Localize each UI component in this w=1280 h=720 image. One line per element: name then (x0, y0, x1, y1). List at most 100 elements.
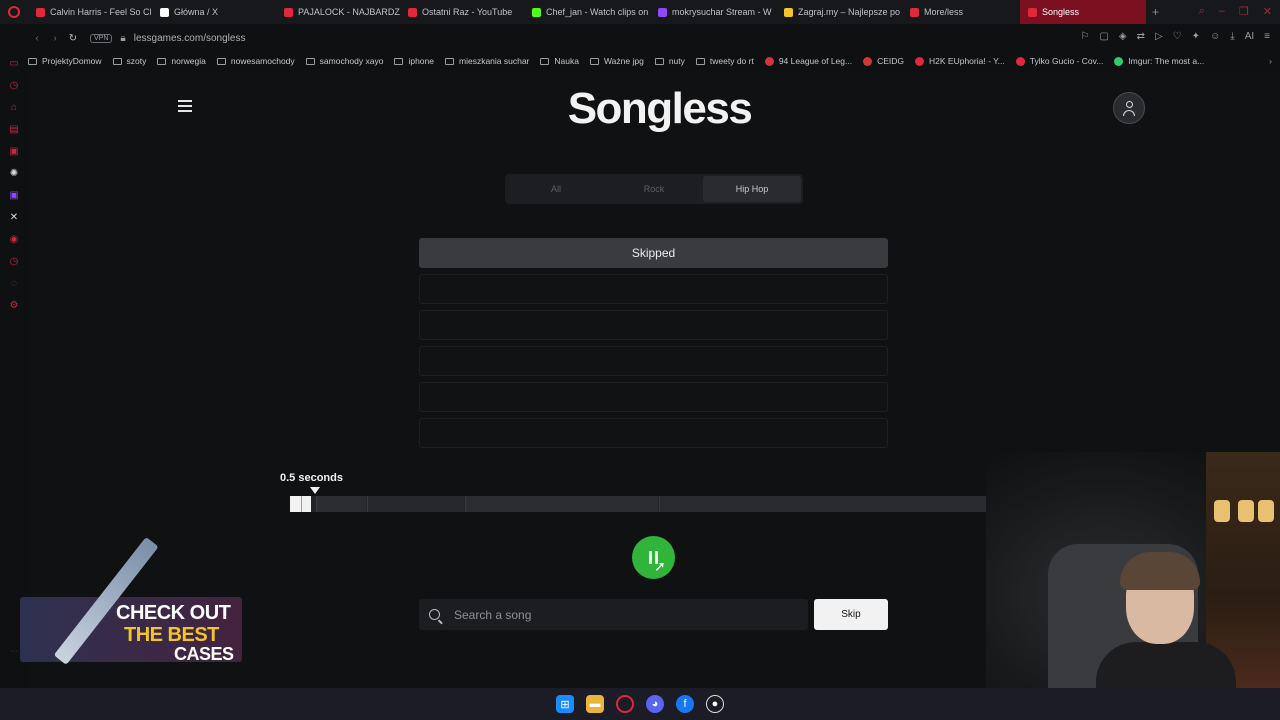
reload-icon[interactable]: ↻ (64, 33, 82, 44)
tab-label: Songless (1042, 7, 1080, 17)
opera-gx-icon[interactable] (616, 695, 634, 713)
bookmark-item[interactable]: Ważne jpg (589, 56, 644, 66)
history-icon[interactable]: ◷ (8, 80, 20, 92)
extensions-icon[interactable]: ✦ (1192, 31, 1200, 42)
tab-list: Calvin Harris - Feel So Cl Główna / X PAJA… (28, 0, 1146, 24)
wallet-icon[interactable]: ⌂ (8, 102, 20, 114)
folder-icon (394, 57, 404, 65)
windows-start-icon[interactable]: ⊞ (556, 695, 574, 713)
address-bar: ‹ › ↻ VPN 🔒︎ lessgames.com/songless ⚐ ▢ … (28, 26, 1280, 50)
bookmark-item[interactable]: H2K EUphoria! - Y... (915, 56, 1005, 66)
easy-setup-icon[interactable]: ≡ (1264, 31, 1270, 42)
bookmark-item[interactable]: iphone (394, 56, 434, 66)
clock-icon[interactable]: ◷ (8, 256, 20, 268)
folder-icon (540, 57, 550, 65)
genre-selector: All Rock Hip Hop (505, 174, 803, 204)
profile-icon[interactable]: ☺ (1210, 31, 1220, 42)
bookmark-item[interactable]: Tylko Gucio - Cov... (1015, 56, 1103, 66)
shield-icon[interactable]: ◈ (1119, 31, 1127, 42)
browser-tab[interactable]: Zagraj.my – Najlepsze po (776, 0, 902, 24)
search-input[interactable] (454, 607, 784, 622)
bookmark-icon[interactable]: ⚐ (1080, 31, 1089, 42)
bookmark-item[interactable]: nuty (654, 56, 685, 66)
bookmark-item[interactable]: Nauka (540, 56, 579, 66)
tab-favicon-icon (910, 7, 919, 17)
workspaces-icon[interactable]: ▭ (8, 58, 20, 70)
opera-menu-icon[interactable] (0, 0, 28, 24)
news-icon[interactable]: ▤ (8, 124, 20, 136)
more-sidebar-icon[interactable]: ··· (8, 646, 20, 658)
more-bookmarks-icon[interactable]: › (1269, 56, 1272, 66)
browser-tab[interactable]: Ostatni Raz - YouTube (400, 0, 524, 24)
download-icon[interactable]: ⤓ (1230, 31, 1234, 42)
bookmark-item[interactable]: ProjektyDomow (28, 56, 102, 66)
person-hair-image (1120, 552, 1200, 590)
search-tabs-icon[interactable]: ⌕ (1199, 5, 1205, 18)
tab-favicon-icon (658, 7, 667, 17)
tab-bar: Calvin Harris - Feel So Cl Główna / X PAJA… (0, 0, 1280, 24)
new-tab-icon[interactable]: + (1146, 5, 1165, 19)
translate-icon[interactable]: ⇄ (1137, 31, 1145, 42)
skip-button[interactable]: Skip (814, 599, 888, 630)
tab-label: Calvin Harris - Feel So Cl (50, 7, 152, 17)
browser-tab[interactable]: Songless (1020, 0, 1146, 24)
forward-icon[interactable]: › (46, 33, 64, 44)
folder-icon (28, 57, 37, 65)
messenger-icon[interactable]: ▣ (8, 146, 20, 158)
browser-tab[interactable]: mokrysuchar Stream - W (650, 0, 776, 24)
bookmark-item[interactable]: samochody xayo (305, 56, 384, 66)
maximize-icon[interactable]: ❐ (1239, 5, 1249, 18)
bookmark-item[interactable]: norwegia (157, 56, 206, 66)
x-icon[interactable]: ✕ (8, 212, 20, 224)
browser-tab[interactable]: More/less (902, 0, 1020, 24)
browser-tab[interactable]: Główna / X (152, 0, 276, 24)
player-icon[interactable]: ▷ (1155, 31, 1163, 42)
bookmark-item[interactable]: Imgur: The most a... (1114, 56, 1204, 66)
folder-icon (305, 57, 315, 65)
tab-label: PAJALOCK - NAJBARDZ (298, 7, 400, 17)
bookmark-item[interactable]: CEIDG (863, 56, 904, 66)
close-icon[interactable]: ✕ (1263, 5, 1272, 18)
hamburger-menu-icon[interactable] (178, 100, 192, 112)
genre-tab[interactable]: Hip Hop (703, 176, 801, 202)
timeline-section (660, 496, 986, 512)
bookmark-label: samochody xayo (319, 56, 384, 66)
openai-icon[interactable]: ✺ (8, 168, 20, 180)
site-favicon-icon (863, 56, 873, 66)
twitch-icon[interactable]: ▣ (8, 190, 20, 202)
bookmark-item[interactable]: 94 League of Leg... (764, 56, 852, 66)
bookmark-item[interactable]: nowesamochody (216, 56, 295, 66)
heart-icon[interactable]: ♡ (1173, 31, 1182, 42)
whatsapp-icon[interactable]: ◌ (8, 278, 20, 290)
genre-tab[interactable]: Rock (605, 176, 703, 202)
back-icon[interactable]: ‹ (28, 33, 46, 44)
lock-icon[interactable]: 🔒︎ (120, 33, 125, 44)
vpn-badge[interactable]: VPN (90, 33, 113, 43)
browser-tab[interactable]: PAJALOCK - NAJBARDZ (276, 0, 400, 24)
genre-tab[interactable]: All (507, 176, 605, 202)
guess-row (419, 346, 888, 376)
bookmark-item[interactable]: szoty (112, 56, 146, 66)
aria-ai-icon[interactable]: AI (1245, 31, 1254, 42)
bookmark-label: tweety do rt (709, 56, 754, 66)
obs-icon[interactable]: ● (706, 695, 724, 713)
guess-row (419, 418, 888, 448)
account-button[interactable] (1113, 92, 1145, 124)
bookmark-item[interactable]: mieszkania suchar (445, 56, 529, 66)
facebook-icon[interactable]: f (676, 695, 694, 713)
guess-row: Skipped (419, 238, 888, 268)
file-explorer-icon[interactable]: ▬ (586, 695, 604, 713)
browser-tab[interactable]: Chef_jan - Watch clips on (524, 0, 650, 24)
player-sidebar-icon[interactable]: ◉ (8, 234, 20, 246)
snapshot-icon[interactable]: ▢ (1099, 31, 1108, 42)
browser-tab[interactable]: Calvin Harris - Feel So Cl (28, 0, 152, 24)
settings-icon[interactable]: ⚙ (8, 300, 20, 312)
tab-label: Główna / X (174, 7, 219, 17)
folder-icon (654, 57, 664, 65)
address-bar-actions: ⚐ ▢ ◈ ⇄ ▷ ♡ ✦ ☺ ⤓ AI ≡ (1080, 31, 1270, 42)
minimize-icon[interactable]: – (1219, 5, 1225, 18)
bookmark-item[interactable]: tweety do rt (695, 56, 754, 66)
url-field[interactable]: lessgames.com/songless (134, 33, 246, 44)
promo-banner[interactable]: CHECK OUT THE BEST CASES (20, 536, 242, 667)
discord-icon[interactable]: ◕ (646, 695, 664, 713)
